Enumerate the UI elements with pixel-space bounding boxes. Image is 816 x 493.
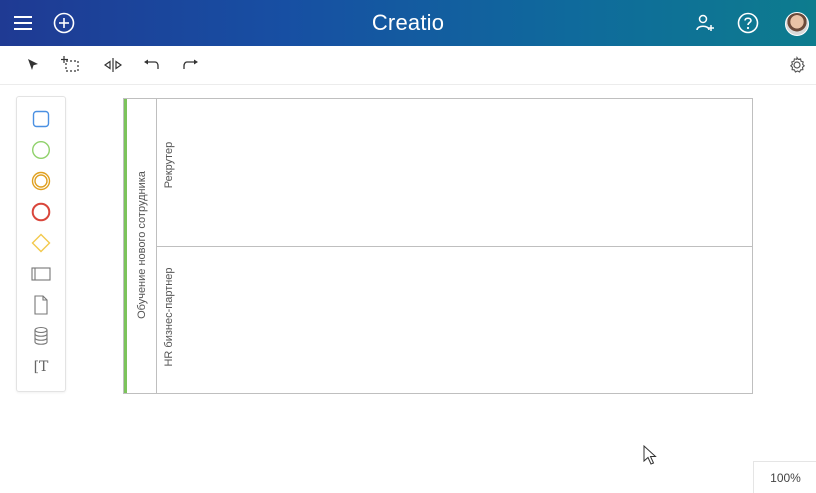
gateway-icon[interactable] (29, 231, 53, 255)
lasso-select-icon[interactable] (60, 54, 82, 76)
lane-header: HR бизнес-партнер (156, 247, 184, 393)
element-palette: [T (16, 96, 66, 392)
pool-label: Обучение нового сотрудника (136, 171, 148, 319)
lane-label: HR бизнес-партнер (163, 267, 175, 367)
text-annotation-glyph: [T (33, 359, 49, 375)
pool-header[interactable]: Обучение нового сотрудника (127, 99, 157, 393)
mouse-cursor-icon (643, 444, 657, 470)
lane-header: Рекрутер (156, 99, 184, 246)
process-pool[interactable]: Обучение нового сотрудника Рекрутер HR б… (123, 98, 753, 394)
move-space-icon[interactable] (102, 54, 124, 76)
redo-icon[interactable] (180, 54, 202, 76)
end-event-icon[interactable] (29, 200, 53, 224)
help-icon[interactable] (736, 0, 760, 46)
start-event-icon[interactable] (29, 138, 53, 162)
undo-icon[interactable] (140, 54, 162, 76)
user-avatar[interactable] (785, 12, 809, 36)
subprocess-icon[interactable] (29, 262, 53, 286)
add-user-icon[interactable] (693, 0, 717, 46)
lane-hr-business-partner[interactable]: HR бизнес-партнер (156, 247, 752, 393)
diagram-toolbar (0, 46, 816, 85)
lane-recruiter[interactable]: Рекрутер (156, 99, 752, 247)
task-icon[interactable] (29, 107, 53, 131)
zoom-level[interactable]: 100% (753, 461, 816, 493)
intermediate-event-icon[interactable] (29, 169, 53, 193)
data-store-icon[interactable] (29, 324, 53, 348)
gear-icon[interactable] (786, 54, 808, 76)
text-annotation-icon[interactable]: [T (29, 355, 53, 379)
pointer-tool-icon[interactable] (22, 54, 44, 76)
lane-label: Рекрутер (163, 141, 175, 189)
top-navigation-bar: Creatio (0, 0, 816, 46)
data-object-icon[interactable] (29, 293, 53, 317)
